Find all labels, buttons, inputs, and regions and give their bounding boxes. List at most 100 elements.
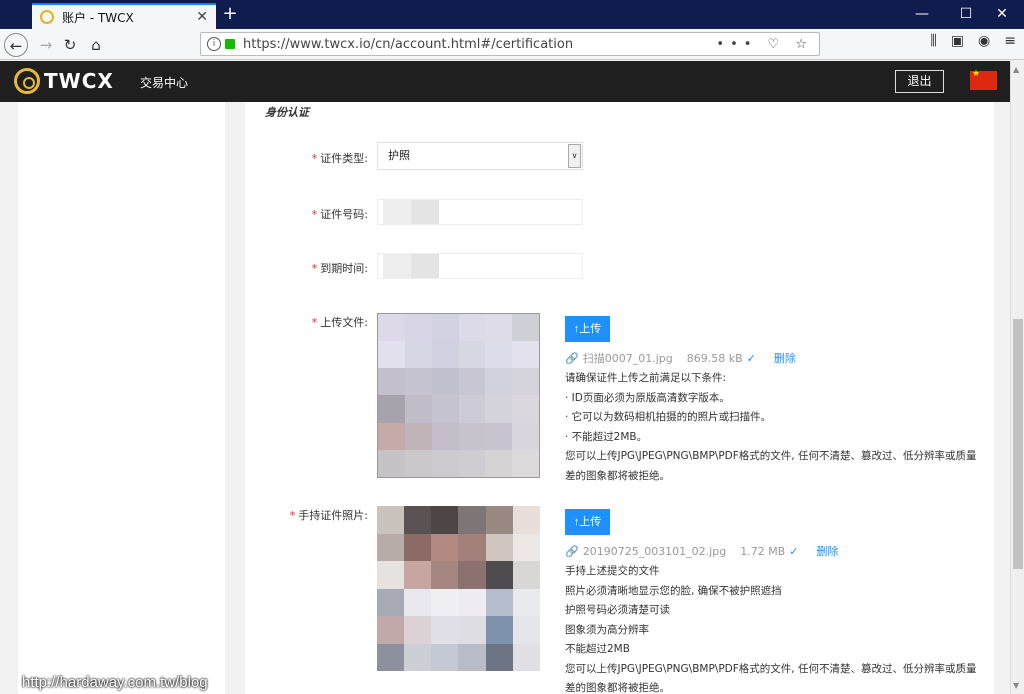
page-scrollbar[interactable]: ▲ ▼ xyxy=(1010,61,1024,694)
mosaic-tile xyxy=(512,449,539,477)
mosaic-tile xyxy=(485,588,513,616)
mosaic-tile xyxy=(485,314,513,342)
reload-icon[interactable]: ↻ xyxy=(58,33,82,57)
twcx-logo[interactable]: TWCX xyxy=(14,68,114,94)
mosaic-tile xyxy=(378,368,405,396)
mosaic-tile xyxy=(512,506,540,534)
page-actions-icon[interactable]: ••• ♡ ☆ xyxy=(716,37,813,52)
mosaic-tile xyxy=(377,616,405,644)
browser-tools: ⫼ ▣ ◉ ≡ xyxy=(930,33,1016,49)
mosaic-tile xyxy=(512,314,539,342)
close-tab-icon[interactable]: ✕ xyxy=(196,9,208,25)
mosaic-tile xyxy=(404,588,432,616)
lock-icon xyxy=(225,39,235,49)
mosaic-tile xyxy=(458,616,486,644)
scroll-thumb[interactable] xyxy=(1013,319,1023,569)
blog-watermark: http://hardaway.com.tw/blog xyxy=(22,674,208,691)
note-line: 不能超过2MB xyxy=(565,643,630,655)
id-type-select[interactable]: 护照 ∨ xyxy=(377,142,583,170)
id-number-input[interactable] xyxy=(377,199,583,225)
scroll-down-icon[interactable]: ▼ xyxy=(1013,681,1019,690)
mosaic-tile xyxy=(485,341,513,369)
redacted-value xyxy=(383,254,439,278)
account-icon[interactable]: ◉ xyxy=(978,33,990,49)
upload-file-label: * 上传文件: xyxy=(311,316,368,329)
mosaic-tile xyxy=(404,422,432,450)
mosaic-tile xyxy=(378,395,405,423)
mosaic-tile xyxy=(512,588,540,616)
mosaic-tile xyxy=(404,616,432,644)
mosaic-tile xyxy=(404,341,432,369)
sidebar-icon[interactable]: ▣ xyxy=(951,33,964,49)
mosaic-tile xyxy=(431,506,459,534)
note-line: 护照号码必须清楚可读 xyxy=(565,604,670,616)
file-name[interactable]: 20190725_003101_02.jpg xyxy=(583,545,727,558)
mosaic-tile xyxy=(431,643,459,671)
mosaic-tile xyxy=(458,533,486,561)
paperclip-icon: 🔗 xyxy=(565,544,579,558)
account-sidebar xyxy=(18,102,225,694)
mosaic-tile xyxy=(377,588,405,616)
note-line: 请确保证件上传之前满足以下条件: xyxy=(565,372,727,384)
delete-file-link[interactable]: 删除 xyxy=(816,543,838,559)
mosaic-tile xyxy=(404,643,432,671)
file-name[interactable]: 扫描0007_01.jpg xyxy=(583,350,673,366)
paperclip-icon: 🔗 xyxy=(565,351,579,365)
mosaic-tile xyxy=(431,561,459,589)
mosaic-tile xyxy=(377,506,405,534)
mosaic-tile xyxy=(431,395,459,423)
note-line: 您可以上传JPG\JPEG\PNG\BMP\PDF格式的文件, 任何不清楚、篡改… xyxy=(565,662,977,694)
library-icon[interactable]: ⫼ xyxy=(930,33,936,49)
id-type-label: * 证件类型: xyxy=(311,152,368,165)
forward-arrow-icon[interactable]: → xyxy=(34,33,58,57)
home-icon[interactable]: ⌂ xyxy=(84,33,108,57)
window-minimize[interactable]: — xyxy=(900,0,944,29)
mosaic-tile xyxy=(485,561,513,589)
id-type-value: 护照 xyxy=(388,149,410,162)
logout-button[interactable]: 退出 xyxy=(895,70,944,93)
browser-tab[interactable]: 账户 - TWCX ✕ xyxy=(32,3,216,29)
nav-exchange-center[interactable]: 交易中心 xyxy=(140,74,188,91)
window-close[interactable]: ✕ xyxy=(980,0,1024,29)
url-text[interactable]: https://www.twcx.io/cn/account.html#/cer… xyxy=(243,37,716,52)
mosaic-tile xyxy=(512,422,539,450)
handheld-requirements: 手持上述提交的文件 照片必须清晰地显示您的脸, 确保不被护照遮挡 护照号码必须清… xyxy=(565,562,985,694)
mosaic-tile xyxy=(377,643,405,671)
mosaic-tile xyxy=(512,616,540,644)
mosaic-tile xyxy=(485,616,513,644)
mosaic-tile xyxy=(458,643,486,671)
upload-handheld-button[interactable]: ↑上传 xyxy=(565,509,610,535)
handheld-photo-label: * 手持证件照片: xyxy=(289,509,368,522)
mosaic-tile xyxy=(458,561,486,589)
address-bar[interactable]: i https://www.twcx.io/cn/account.html#/c… xyxy=(200,32,820,56)
mosaic-tile xyxy=(431,368,459,396)
delete-file-link[interactable]: 删除 xyxy=(774,350,796,366)
mosaic-tile xyxy=(512,395,539,423)
note-line: 您可以上传JPG\JPEG\PNG\BMP\PDF格式的文件, 任何不清楚、篡改… xyxy=(565,450,977,482)
site-header: TWCX 交易中心 退出 xyxy=(0,61,1010,102)
file-size: 869.58 kB xyxy=(686,351,743,365)
mosaic-tile xyxy=(458,314,486,342)
handheld-photo-preview xyxy=(377,506,540,671)
mosaic-tile xyxy=(404,533,432,561)
mosaic-tile xyxy=(431,588,459,616)
browser-tab-bar: 账户 - TWCX ✕ + xyxy=(0,0,1024,29)
mosaic-tile xyxy=(458,506,486,534)
mosaic-tile xyxy=(458,449,486,477)
note-line: · ID页面必须为原版高清数字版本。 xyxy=(565,391,730,404)
menu-icon[interactable]: ≡ xyxy=(1004,33,1016,49)
mosaic-tile xyxy=(485,449,513,477)
scroll-up-icon[interactable]: ▲ xyxy=(1013,65,1019,74)
china-flag-icon[interactable] xyxy=(970,69,997,90)
check-icon: ✓ xyxy=(746,351,756,365)
back-arrow-icon[interactable]: ← xyxy=(4,33,28,57)
expiry-input[interactable] xyxy=(377,253,583,279)
browser-toolbar: ← → ↻ ⌂ i https://www.twcx.io/cn/account… xyxy=(0,29,1024,60)
mosaic-tile xyxy=(404,506,432,534)
mosaic-tile xyxy=(431,422,459,450)
mosaic-tile xyxy=(431,616,459,644)
site-info-icon[interactable]: i xyxy=(207,37,221,51)
chevron-down-icon[interactable]: ∨ xyxy=(568,144,581,168)
new-tab-icon[interactable]: + xyxy=(220,4,240,24)
upload-document-button[interactable]: ↑上传 xyxy=(565,316,610,342)
